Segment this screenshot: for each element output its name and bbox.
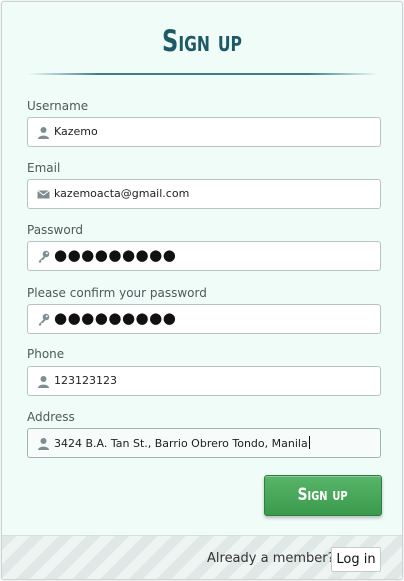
user-icon — [38, 376, 49, 388]
login-button[interactable]: Log in — [331, 547, 381, 572]
already-member-text: Already a member? — [207, 551, 335, 566]
title-divider — [28, 73, 378, 75]
text-caret — [308, 436, 310, 449]
key-icon — [38, 313, 50, 326]
email-field[interactable]: kazemoacta@gmail.com — [27, 179, 381, 209]
email-label: Email — [27, 161, 61, 175]
password-value: ●●●●●●●●● — [54, 246, 177, 264]
email-value: kazemoacta@gmail.com — [54, 187, 190, 200]
phone-value: 123123123 — [54, 374, 117, 387]
phone-label: Phone — [27, 347, 65, 361]
signup-button[interactable]: Sign up — [264, 475, 382, 516]
address-value: 3424 B.A. Tan St., Barrio Obrero Tondo, … — [54, 436, 310, 450]
envelope-icon — [37, 190, 50, 199]
confirm-password-label: Please confirm your password — [27, 286, 207, 300]
password-field[interactable]: ●●●●●●●●● — [27, 241, 381, 271]
key-icon — [38, 250, 50, 263]
password-label: Password — [27, 223, 84, 237]
address-field[interactable]: 3424 B.A. Tan St., Barrio Obrero Tondo, … — [27, 428, 381, 458]
username-field[interactable]: Kazemo — [27, 117, 381, 147]
username-label: Username — [27, 99, 89, 113]
user-icon — [38, 438, 49, 450]
phone-field[interactable]: 123123123 — [27, 366, 381, 396]
signup-card: Sign up Username Kazemo Email kazemoacta… — [1, 1, 403, 580]
username-value: Kazemo — [54, 125, 98, 138]
confirm-password-field[interactable]: ●●●●●●●●● — [27, 304, 381, 334]
page-title: Sign up — [162, 24, 242, 58]
confirm-password-value: ●●●●●●●●● — [54, 309, 177, 327]
address-label: Address — [27, 410, 75, 424]
user-icon — [38, 127, 49, 139]
